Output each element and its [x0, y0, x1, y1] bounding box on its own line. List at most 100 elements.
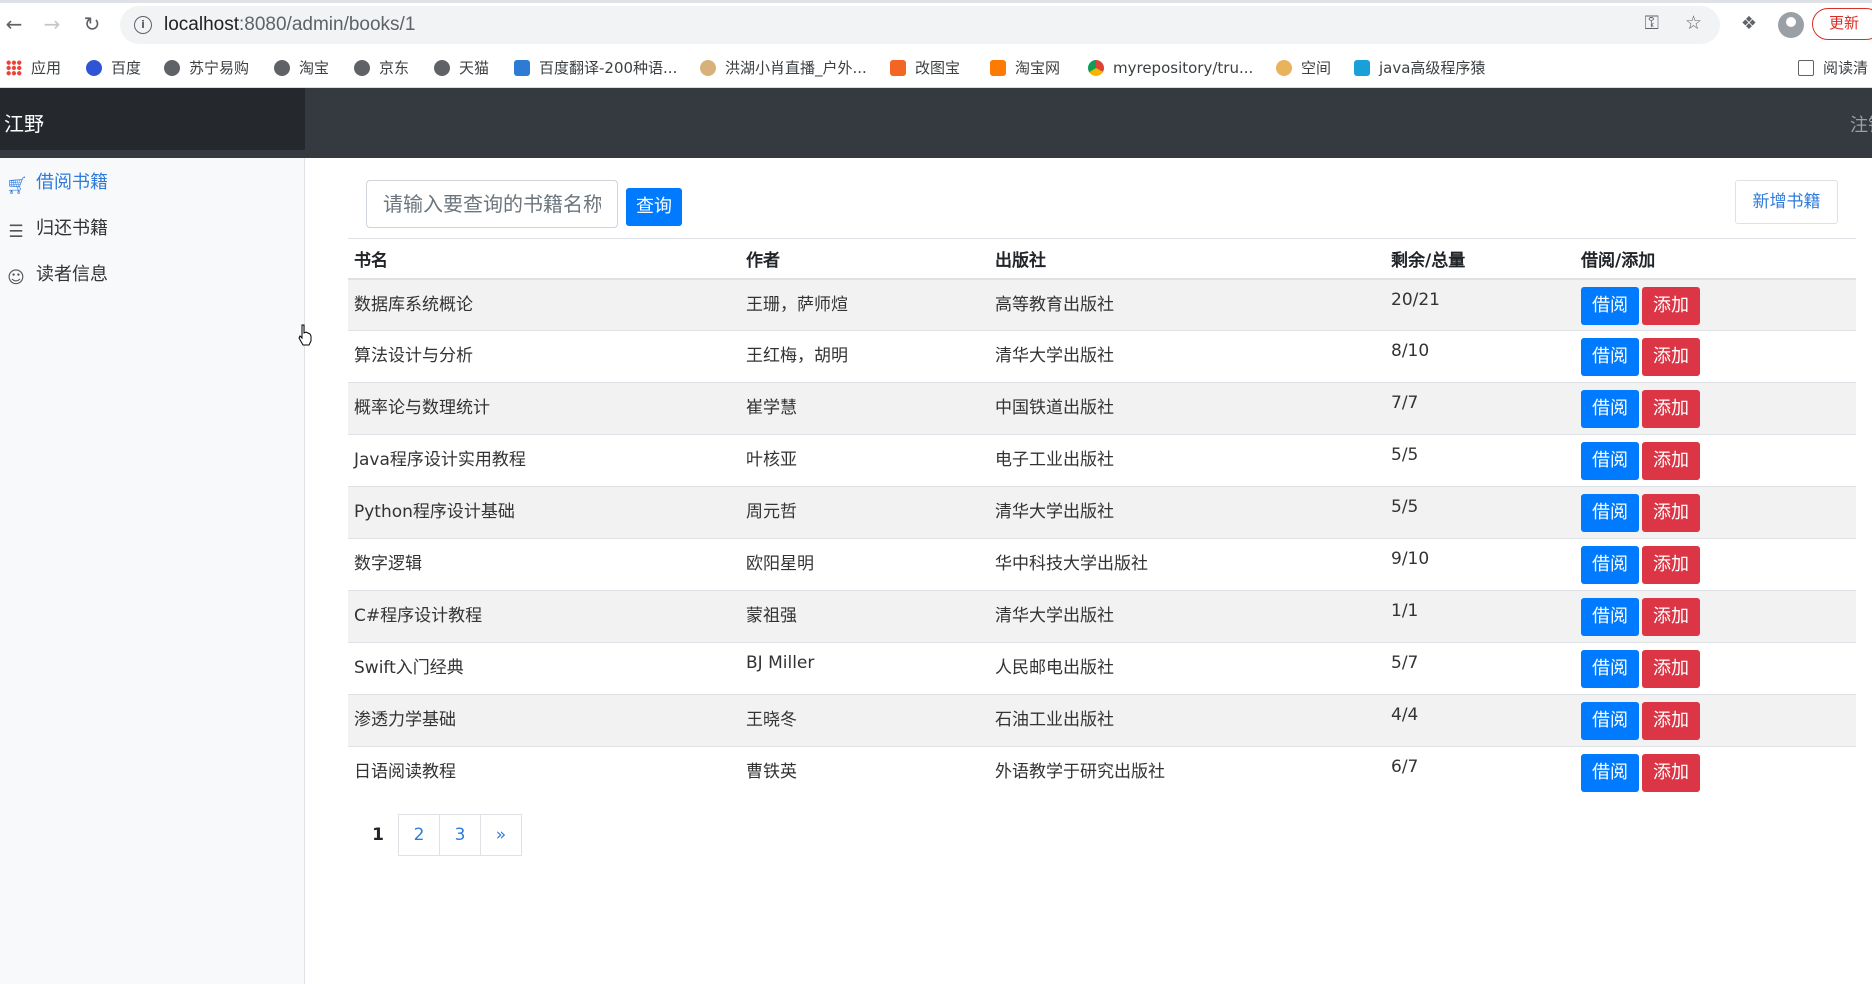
cell-title: Swift入门经典 — [348, 642, 740, 695]
users-icon: ☺ — [7, 268, 25, 288]
update-button[interactable]: 更新 — [1812, 8, 1872, 40]
cell-stock: 7/7 — [1385, 382, 1575, 435]
page-link-2[interactable]: 2 — [398, 814, 440, 856]
bookmark-taobao[interactable]: 淘宝 — [274, 58, 329, 78]
bookmark-live[interactable]: 洪湖小肖直播_户外... — [700, 58, 867, 78]
bookmark-label: 洪湖小肖直播_户外... — [725, 59, 867, 77]
table-row: 算法设计与分析 王红梅，胡明 清华大学出版社 8/10 借阅 添加 — [348, 330, 1856, 383]
reading-list-icon — [1798, 60, 1814, 76]
bookmark-taobao-net[interactable]: 淘宝网 — [990, 58, 1060, 78]
bookmark-java[interactable]: java高级程序猿 — [1354, 58, 1485, 78]
chrome-icon — [1088, 60, 1104, 76]
qzone-icon — [1276, 60, 1292, 76]
add-button[interactable]: 添加 — [1642, 286, 1700, 325]
cell-title: Java程序设计实用教程 — [348, 434, 740, 487]
bookmark-repository[interactable]: myrepository/tru... — [1088, 58, 1253, 78]
bookmark-tmall[interactable]: 天猫 — [434, 58, 489, 78]
column-header-actions: 借阅/添加 — [1575, 238, 1856, 280]
forward-arrow-icon[interactable]: → — [40, 12, 64, 36]
bookmark-baidu-translate[interactable]: 百度翻译-200种语... — [514, 58, 677, 78]
bookmark-label: 苏宁易购 — [189, 59, 250, 77]
borrow-button[interactable]: 借阅 — [1581, 702, 1639, 740]
cell-publisher: 清华大学出版社 — [989, 486, 1385, 539]
cell-stock: 5/5 — [1385, 486, 1575, 539]
logout-link[interactable]: 注销 — [1850, 111, 1872, 137]
sidebar-item-label: 归还书籍 — [36, 218, 108, 239]
table-row: C#程序设计教程 蒙祖强 清华大学出版社 1/1 借阅 添加 — [348, 590, 1856, 643]
bookmark-apps[interactable]: 应用 — [6, 58, 61, 78]
sidebar-item-label: 读者信息 — [36, 264, 108, 285]
add-button[interactable]: 添加 — [1642, 494, 1700, 532]
books-table-body: 数据库系统概论 王珊，萨师煊 高等教育出版社 20/21 借阅 添加 算法设计与分析 王红梅，… — [348, 278, 1856, 799]
url-text[interactable]: localhost:8080/admin/books/1 — [164, 14, 415, 36]
tab-strip-edge — [0, 0, 1872, 3]
app: 江野 注销 🛒︎ 借阅书籍 ☰ 归还书籍 ☺ 读者信息 查询 新增书籍 书名 作者 出… — [0, 88, 1872, 984]
page-next[interactable]: » — [480, 814, 522, 856]
borrow-button[interactable]: 借阅 — [1581, 286, 1639, 325]
star-bookmark-icon[interactable]: ☆ — [1685, 12, 1702, 34]
taobao-icon — [990, 60, 1006, 76]
table-row: 概率论与数理统计 崔学慧 中国铁道出版社 7/7 借阅 添加 — [348, 382, 1856, 435]
bookmark-label: 百度 — [111, 59, 142, 77]
bookmark-label: myrepository/tru... — [1113, 59, 1254, 77]
cell-title: 日语阅读教程 — [348, 746, 740, 799]
cell-author: 欧阳星明 — [740, 538, 989, 591]
query-button[interactable]: 查询 — [626, 188, 682, 226]
sidebar-item-readers[interactable]: ☺ 读者信息 — [6, 260, 108, 288]
bookmark-qzone[interactable]: 空间 — [1276, 58, 1331, 78]
cell-author: 崔学慧 — [740, 382, 989, 435]
add-button[interactable]: 添加 — [1642, 338, 1700, 376]
reading-list[interactable]: 阅读清 — [1798, 58, 1868, 78]
bookmark-label: java高级程序猿 — [1379, 59, 1486, 77]
add-book-button[interactable]: 新增书籍 — [1735, 180, 1838, 224]
cell-actions: 借阅 添加 — [1575, 330, 1856, 383]
borrow-button[interactable]: 借阅 — [1581, 754, 1639, 792]
add-button[interactable]: 添加 — [1642, 650, 1700, 688]
bookmark-suning[interactable]: 苏宁易购 — [164, 58, 249, 78]
borrow-button[interactable]: 借阅 — [1581, 598, 1639, 636]
book-search-input[interactable] — [366, 180, 618, 228]
add-button[interactable]: 添加 — [1642, 442, 1700, 480]
borrow-button[interactable]: 借阅 — [1581, 494, 1639, 532]
page-current: 1 — [357, 814, 399, 856]
sidebar-item-return[interactable]: ☰ 归还书籍 — [6, 214, 108, 242]
cell-actions: 借阅 添加 — [1575, 538, 1856, 591]
cell-author: 王珊，萨师煊 — [740, 278, 989, 331]
column-header-publisher: 出版社 — [989, 238, 1385, 280]
borrow-button[interactable]: 借阅 — [1581, 546, 1639, 584]
add-button[interactable]: 添加 — [1642, 754, 1700, 792]
cell-publisher: 人民邮电出版社 — [989, 642, 1385, 695]
borrow-button[interactable]: 借阅 — [1581, 338, 1639, 376]
add-button[interactable]: 添加 — [1642, 598, 1700, 636]
bookmark-label: 百度翻译-200种语... — [539, 59, 678, 77]
bookmarks-bar: 应用 百度 苏宁易购 淘宝 京东 天猫 百度翻译-200种语... 洪湖小肖直播… — [0, 50, 1872, 88]
bookmark-gaitubao[interactable]: 改图宝 — [890, 58, 960, 78]
address-bar[interactable]: i localhost:8080/admin/books/1 ⚿ ☆ — [120, 6, 1720, 44]
cell-actions: 借阅 添加 — [1575, 746, 1856, 799]
key-icon[interactable]: ⚿ — [1644, 12, 1658, 34]
cell-stock: 6/7 — [1385, 746, 1575, 799]
page-link-3[interactable]: 3 — [439, 814, 481, 856]
borrow-button[interactable]: 借阅 — [1581, 650, 1639, 688]
sidebar-item-borrow[interactable]: 🛒︎ 借阅书籍 — [6, 168, 108, 196]
add-button[interactable]: 添加 — [1642, 390, 1700, 428]
back-arrow-icon[interactable]: ← — [2, 12, 26, 36]
reload-icon[interactable]: ↻ — [80, 12, 104, 36]
bookmark-jd[interactable]: 京东 — [354, 58, 409, 78]
site-info-icon[interactable]: i — [134, 16, 152, 34]
cell-publisher: 石油工业出版社 — [989, 694, 1385, 747]
brand-name[interactable]: 江野 — [4, 108, 44, 137]
borrow-button[interactable]: 借阅 — [1581, 442, 1639, 480]
profile-avatar-icon[interactable] — [1778, 12, 1804, 38]
table-row: Python程序设计基础 周元哲 清华大学出版社 5/5 借阅 添加 — [348, 486, 1856, 539]
cell-actions: 借阅 添加 — [1575, 642, 1856, 695]
add-button[interactable]: 添加 — [1642, 546, 1700, 584]
bookmark-label: 改图宝 — [915, 59, 961, 77]
add-button[interactable]: 添加 — [1642, 702, 1700, 740]
extensions-puzzle-icon[interactable]: ❖ — [1738, 13, 1760, 35]
globe-icon — [274, 60, 290, 76]
bookmark-baidu[interactable]: 百度 — [86, 58, 141, 78]
borrow-button[interactable]: 借阅 — [1581, 390, 1639, 428]
cell-author: 叶核亚 — [740, 434, 989, 487]
cell-publisher: 清华大学出版社 — [989, 590, 1385, 643]
